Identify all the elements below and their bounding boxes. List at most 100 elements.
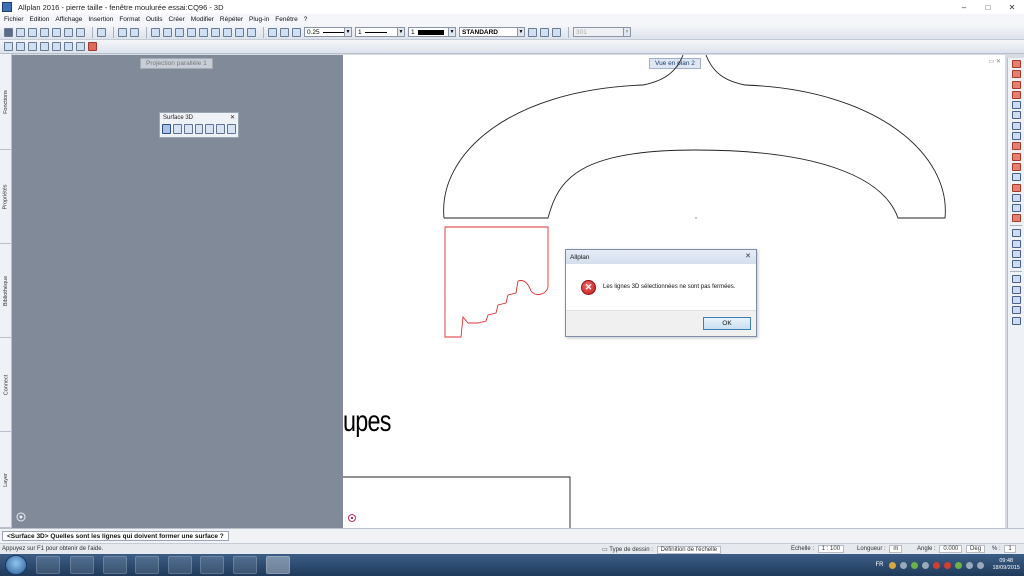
window-7-icon[interactable] <box>76 42 85 51</box>
chevron-down-icon[interactable]: ▼ <box>397 28 404 36</box>
palette-close-icon[interactable]: ✕ <box>230 113 235 123</box>
sum-tool-icon[interactable] <box>1012 295 1021 304</box>
save-icon[interactable] <box>40 27 49 37</box>
viewport-left-label[interactable]: Projection parallèle 1 <box>140 58 213 69</box>
menu-insertion[interactable]: Insertion <box>88 16 113 23</box>
chevron-down-icon[interactable]: ▼ <box>623 28 630 36</box>
tray-app-icon[interactable] <box>955 561 963 569</box>
arc-tool-icon[interactable] <box>1012 80 1021 89</box>
properties-icon[interactable] <box>247 27 256 37</box>
tray-app-icon[interactable] <box>933 561 941 569</box>
surface-ruled-icon[interactable] <box>172 124 182 134</box>
chamfer-tool-icon[interactable] <box>1012 173 1021 182</box>
extend-tool-icon[interactable] <box>1012 152 1021 161</box>
scale-group[interactable]: Echelle : 1 : 100 <box>791 545 845 553</box>
delete-icon[interactable] <box>187 27 196 37</box>
surface-cone-icon[interactable] <box>227 124 237 134</box>
menu-repeter[interactable]: Répéter <box>220 16 243 23</box>
menu-fichier[interactable]: Fichier <box>4 16 24 23</box>
move-icon[interactable] <box>199 27 208 37</box>
fillet-tool-icon[interactable] <box>1012 162 1021 171</box>
redo-icon[interactable] <box>130 27 139 37</box>
pen-icon[interactable] <box>280 27 289 37</box>
surface-from-lines-icon[interactable] <box>162 124 171 134</box>
polyline-tool-icon[interactable] <box>1012 70 1021 79</box>
undo-icon[interactable] <box>118 27 127 37</box>
length-group[interactable]: Longueur : m <box>857 545 903 553</box>
rotate-icon[interactable] <box>211 27 220 37</box>
dialog-close-icon[interactable]: ✕ <box>745 252 751 260</box>
percent-value[interactable]: 1 <box>1004 545 1016 553</box>
menu-fenetre[interactable]: Fenêtre <box>275 16 297 23</box>
open-project-icon[interactable] <box>16 27 25 37</box>
angle-unit[interactable]: Deg <box>966 545 986 553</box>
layer-print-icon[interactable] <box>552 27 561 37</box>
chevron-down-icon[interactable]: ▼ <box>517 28 524 36</box>
last-tool-icon[interactable] <box>1012 316 1021 325</box>
menu-modifier[interactable]: Modifier <box>191 16 214 23</box>
parallel-tool-icon[interactable] <box>1012 90 1021 99</box>
linetype-combo[interactable]: 1 ▼ <box>355 27 405 37</box>
mirror-tool-icon[interactable] <box>1012 111 1021 120</box>
scale-value[interactable]: 1 : 100 <box>817 545 845 553</box>
funnel-tool-icon[interactable] <box>1012 306 1021 315</box>
clock[interactable]: 09:48 18/09/2015 <box>992 558 1020 572</box>
language-indicator[interactable]: FR <box>875 562 883 568</box>
compass-icon[interactable] <box>15 511 27 523</box>
surface-revolve-icon[interactable] <box>183 124 193 134</box>
copy-icon[interactable] <box>163 27 172 37</box>
open-files-icon[interactable] <box>28 27 37 37</box>
bulb-icon[interactable] <box>540 27 549 37</box>
copy-tool-icon[interactable] <box>1012 121 1021 130</box>
window-3-icon[interactable] <box>28 42 37 51</box>
menu-creer[interactable]: Créer <box>169 16 185 23</box>
screen-icon[interactable] <box>97 27 106 37</box>
chevron-down-icon[interactable]: ▼ <box>344 28 351 36</box>
percent-group[interactable]: % : 1 <box>992 545 1016 553</box>
new-file-icon[interactable] <box>4 27 13 37</box>
cut-icon[interactable] <box>151 27 160 37</box>
outlook-icon[interactable] <box>135 556 159 574</box>
browser-icon[interactable] <box>168 556 192 574</box>
length-value[interactable]: m <box>889 545 903 553</box>
ok-button[interactable]: OK <box>703 317 751 330</box>
explorer-icon[interactable] <box>36 556 60 574</box>
menu-edition[interactable]: Edition <box>30 16 50 23</box>
menu-outils[interactable]: Outils <box>146 16 163 23</box>
angle-group[interactable]: Angle : 0.000 Deg <box>917 545 986 553</box>
tray-app-icon[interactable] <box>889 561 897 569</box>
line-tool-icon[interactable] <box>1012 60 1021 68</box>
media-player-icon[interactable] <box>70 556 94 574</box>
trim-tool-icon[interactable] <box>1012 142 1021 151</box>
dialog-title-bar[interactable]: Allplan ✕ <box>566 250 756 264</box>
drawing-type-group[interactable]: ▭ Type de dessin : Définition de l'échel… <box>602 546 722 554</box>
tray-app-icon[interactable] <box>922 561 930 569</box>
layer-tool-icon[interactable] <box>1012 239 1021 248</box>
modify-tool-icon[interactable] <box>1012 101 1021 110</box>
pen-thickness-combo[interactable]: 0.25 ▼ <box>304 27 352 37</box>
offset-tool-icon[interactable] <box>1012 204 1021 213</box>
window-4-icon[interactable] <box>40 42 49 51</box>
snap-tool-icon[interactable] <box>1012 260 1021 269</box>
network-icon[interactable] <box>966 561 974 569</box>
window-1-icon[interactable] <box>4 42 13 51</box>
menu-affichage[interactable]: Affichage <box>55 16 82 23</box>
allplan-task-icon[interactable] <box>266 556 290 574</box>
minimize-button[interactable]: – <box>952 0 976 14</box>
window-5-icon[interactable] <box>52 42 61 51</box>
angle-value[interactable]: 0.000 <box>939 545 963 553</box>
paste-icon[interactable] <box>175 27 184 37</box>
tray-app-icon[interactable] <box>911 561 919 569</box>
menu-help[interactable]: ? <box>304 16 308 23</box>
layer-combo[interactable]: STANDARD ▼ <box>459 27 525 37</box>
copy-move-icon[interactable] <box>235 27 244 37</box>
window-2-icon[interactable] <box>16 42 25 51</box>
gimp-icon[interactable] <box>200 556 224 574</box>
tab-fonctions[interactable]: Fonctions <box>0 54 12 150</box>
split-tool-icon[interactable] <box>1012 193 1021 202</box>
internet-explorer-icon[interactable] <box>103 556 127 574</box>
pipette-icon[interactable] <box>292 27 301 37</box>
format-painter-icon[interactable] <box>268 27 277 37</box>
tab-layer[interactable]: Layer <box>0 432 12 528</box>
surface-patch-icon[interactable] <box>205 124 215 134</box>
